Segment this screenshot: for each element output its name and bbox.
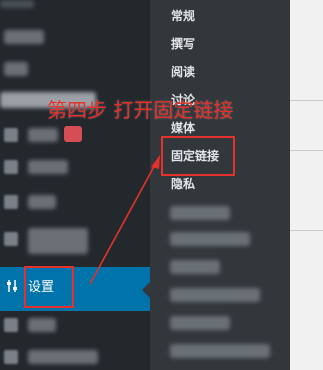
submenu-item-general[interactable]: 常规 [171, 8, 195, 24]
settings-sliders-icon [4, 279, 20, 295]
content-divider [290, 150, 323, 151]
submenu-item-privacy[interactable]: 隐私 [171, 176, 195, 192]
tools-icon [4, 195, 18, 209]
blurred-menu-item[interactable] [28, 350, 98, 364]
plugin-icon [4, 232, 18, 246]
blurred-menu-item[interactable] [0, 0, 34, 8]
appearance-icon [4, 318, 18, 332]
settings-submenu: 常规 撰写 阅读 讨论 媒体 固定链接 隐私 [150, 0, 290, 370]
users-icon [4, 160, 18, 174]
blurred-menu-item[interactable] [28, 318, 56, 332]
annotation-box-permalinks [161, 136, 235, 176]
main-content [290, 0, 323, 370]
step-annotation-text: 第四步 打开固定链接 [47, 98, 234, 122]
submenu-item-reading[interactable]: 阅读 [171, 64, 195, 80]
collapse-icon [4, 350, 18, 364]
blurred-submenu-item[interactable] [170, 316, 230, 330]
submenu-item-media[interactable]: 媒体 [171, 120, 195, 136]
blurred-submenu-item[interactable] [170, 232, 250, 246]
blurred-submenu-item[interactable] [170, 206, 230, 220]
blurred-submenu-item[interactable] [170, 288, 260, 302]
submenu-item-writing[interactable]: 撰写 [171, 36, 195, 52]
blurred-menu-item[interactable] [4, 30, 44, 44]
content-divider [290, 100, 323, 101]
posts-icon [4, 128, 18, 142]
active-caret-icon [142, 282, 150, 298]
blurred-submenu-item[interactable] [170, 260, 220, 274]
blurred-menu-item[interactable] [28, 195, 56, 209]
sidebar-item-settings[interactable]: 设置 [0, 267, 150, 311]
blurred-menu-item[interactable] [28, 160, 68, 174]
content-divider [290, 230, 323, 231]
blurred-submenu-item[interactable] [170, 344, 270, 358]
admin-sidebar: 设置 [0, 0, 150, 370]
notification-badge [64, 126, 82, 142]
blurred-menu-item[interactable] [28, 228, 88, 254]
annotation-box-settings [24, 266, 74, 308]
blurred-menu-item[interactable] [28, 128, 58, 142]
blurred-menu-item[interactable] [4, 62, 28, 76]
